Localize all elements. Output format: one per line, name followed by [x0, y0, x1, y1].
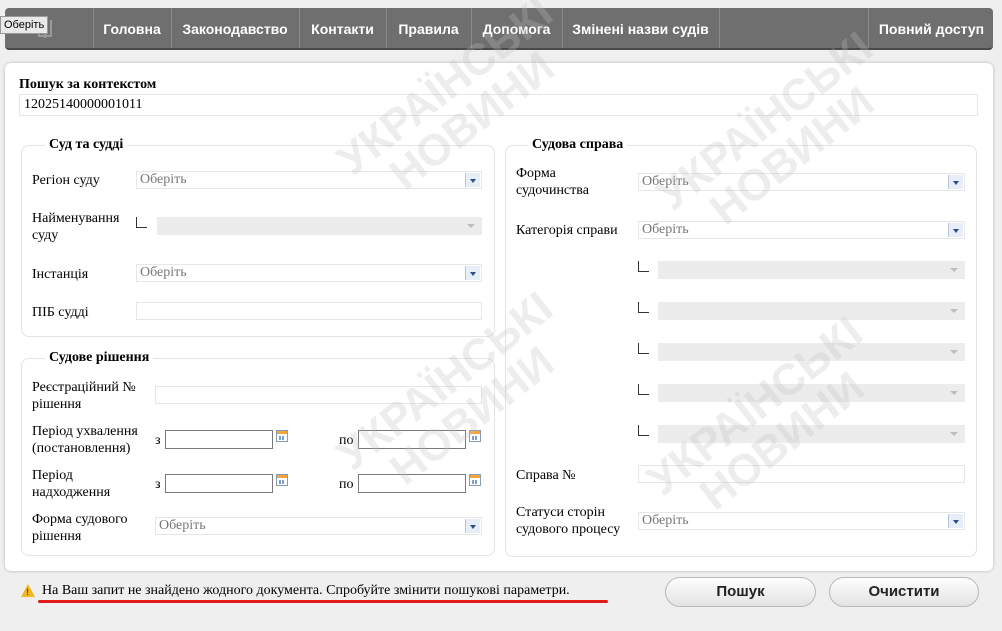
clear-button[interactable]: Очистити	[829, 577, 979, 607]
chevron-down-icon	[465, 173, 480, 187]
nav-home[interactable]: Головна	[93, 8, 172, 48]
receive-to-date-input[interactable]	[358, 474, 466, 493]
case-number-input[interactable]	[638, 465, 965, 483]
decision-form-value: Оберіть	[159, 518, 206, 533]
search-button[interactable]: Пошук	[665, 577, 816, 607]
to-label: по	[339, 477, 354, 492]
category-label: Категорія справи	[516, 223, 618, 238]
nav-help[interactable]: Допомога	[471, 8, 563, 48]
chevron-down-icon	[467, 224, 475, 228]
calendar-icon[interactable]	[276, 430, 288, 442]
region-select[interactable]: Оберіть	[136, 171, 482, 189]
red-underline	[38, 600, 608, 603]
region-label: Регіон суду	[32, 173, 100, 188]
party-status-select[interactable]: Оберіть	[638, 512, 965, 530]
subcategory-select-2[interactable]	[658, 302, 965, 320]
court-name-label: Найменування суду	[32, 211, 120, 243]
party-status-value: Оберіть	[642, 513, 689, 528]
reg-number-label: Реєстраційний № рішення	[32, 380, 136, 412]
warning-icon: !	[21, 584, 35, 597]
court-name-select[interactable]	[157, 217, 482, 235]
decision-legend: Судове рішення	[45, 349, 154, 366]
instance-select[interactable]: Оберіть	[136, 264, 482, 282]
instance-select-value: Оберіть	[140, 265, 187, 280]
from-label: з	[155, 477, 161, 492]
party-status-label: Статуси сторін судового процесу	[516, 505, 621, 537]
subcategory-select-5[interactable]	[658, 425, 965, 443]
tree-branch-icon	[638, 343, 649, 354]
subcategory-select-1[interactable]	[658, 261, 965, 279]
reg-number-input[interactable]	[155, 386, 482, 404]
court-legend: Суд та судді	[45, 136, 128, 153]
subcategory-select-3[interactable]	[658, 343, 965, 361]
period-receive-label: Період надходження	[32, 468, 111, 500]
judge-label: ПІБ судді	[32, 305, 89, 320]
chevron-down-icon	[950, 432, 958, 436]
adopt-to-date-input[interactable]	[358, 430, 466, 449]
tree-branch-icon	[136, 217, 147, 228]
category-select[interactable]: Оберіть	[638, 221, 965, 239]
chevron-down-icon	[950, 309, 958, 313]
proceeding-form-value: Оберіть	[642, 174, 689, 189]
tree-branch-icon	[638, 384, 649, 395]
nav-legislation[interactable]: Законодавство	[171, 8, 300, 48]
tree-branch-icon	[638, 425, 649, 436]
calendar-icon[interactable]	[469, 430, 481, 442]
nav-rules[interactable]: Правила	[386, 8, 472, 48]
adopt-from-date-input[interactable]	[165, 430, 273, 449]
no-results-message: На Ваш запит не знайдено жодного докумен…	[42, 583, 570, 598]
from-label: з	[155, 433, 161, 448]
decision-form-label: Форма судового рішення	[32, 512, 128, 544]
top-navigation: Головна Законодавство Контакти Правила Д…	[5, 8, 993, 50]
judge-input[interactable]	[136, 302, 482, 320]
chevron-down-icon	[950, 268, 958, 272]
period-adopt-label: Період ухвалення (постановлення)	[32, 424, 138, 456]
calendar-icon[interactable]	[276, 474, 288, 486]
subcategory-select-4[interactable]	[658, 384, 965, 402]
to-label: по	[339, 433, 354, 448]
category-value: Оберіть	[642, 222, 689, 237]
nav-contacts[interactable]: Контакти	[299, 8, 387, 48]
chevron-down-icon	[465, 519, 480, 533]
chevron-down-icon	[948, 514, 963, 528]
decision-form-select[interactable]: Оберіть	[155, 517, 482, 535]
receive-from-date-input[interactable]	[165, 474, 273, 493]
case-number-label: Справа №	[516, 468, 576, 483]
chevron-down-icon	[950, 391, 958, 395]
context-search-input[interactable]: 12025140000001011	[19, 94, 978, 116]
region-select-value: Оберіть	[140, 172, 187, 187]
context-search-label: Пошук за контекстом	[19, 77, 157, 92]
tree-branch-icon	[638, 261, 649, 272]
nav-renamed-courts[interactable]: Змінені назви судів	[562, 8, 720, 48]
tree-branch-icon	[638, 302, 649, 313]
nav-full-access[interactable]: Повний доступ	[868, 8, 994, 48]
chevron-down-icon	[948, 175, 963, 189]
calendar-icon[interactable]	[469, 474, 481, 486]
proceeding-form-select[interactable]: Оберіть	[638, 173, 965, 191]
chevron-down-icon	[948, 223, 963, 237]
proceeding-form-label: Форма судочинства	[516, 166, 589, 198]
case-legend: Судова справа	[528, 136, 628, 153]
tooltip: Оберіть	[0, 16, 49, 34]
chevron-down-icon	[950, 350, 958, 354]
chevron-down-icon	[465, 266, 480, 280]
instance-label: Інстанція	[32, 267, 89, 282]
